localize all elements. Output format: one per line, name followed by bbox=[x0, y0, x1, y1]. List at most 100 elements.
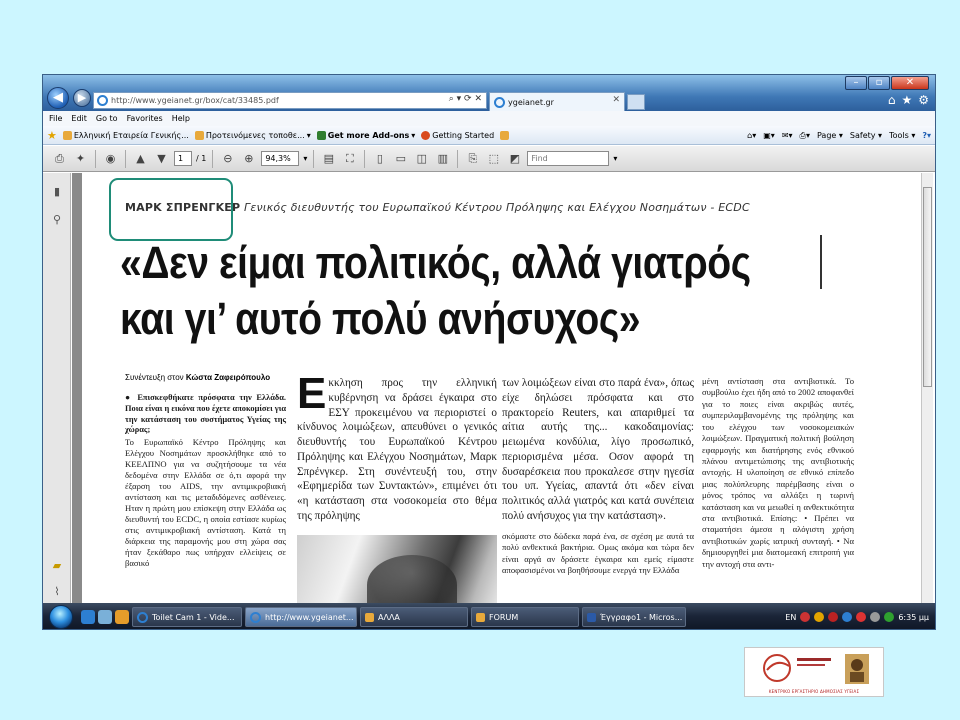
volume-icon[interactable] bbox=[870, 612, 881, 622]
page-menu[interactable]: Page ▾ bbox=[817, 131, 843, 140]
fav-item-2[interactable]: Προτεινόμενες τοποθε... ▾ bbox=[194, 130, 311, 140]
minimize-button[interactable]: – bbox=[845, 76, 867, 90]
organization-logo: ΚΕΝΤΡΙΚΟ ΕΡΓΑΣΤΗΡΙΟ ΔΗΜΟΣΙΑΣ ΥΓΕΙΑΣ bbox=[744, 647, 884, 697]
show-desktop-icon[interactable] bbox=[98, 610, 112, 624]
interview-credit: Συνέντευξη στον Κώστα Ζαφειρόπουλο bbox=[125, 373, 271, 382]
tray-status-icon[interactable] bbox=[884, 612, 895, 622]
menu-goto[interactable]: Go to bbox=[96, 114, 118, 123]
menu-edit[interactable]: Edit bbox=[71, 114, 87, 123]
favorites-icon[interactable]: ★ bbox=[47, 129, 57, 142]
paperclip-icon[interactable]: ⌇ bbox=[50, 585, 64, 599]
menu-help[interactable]: Help bbox=[172, 114, 190, 123]
pdf-toolbar: ⎙ ✦ ◉ ▲ ▼ 1 / 1 ⊖ ⊕ 94,3% ▾ ▤ ⛶ ▯ ▭ ◫ ▥ … bbox=[43, 146, 935, 172]
pdf-side-pane: ▮ ⚲ ▰ ⌇ bbox=[43, 173, 71, 603]
safety-menu[interactable]: Safety ▾ bbox=[850, 131, 882, 140]
fit-width-icon[interactable]: ▤ bbox=[320, 150, 337, 167]
address-tools-icon[interactable]: ⌕ ▾ ⟳ ✕ bbox=[449, 94, 482, 104]
print-icon[interactable]: ⎙ bbox=[51, 150, 68, 167]
fav-item-3[interactable]: Get more Add-ons ▾ bbox=[316, 130, 415, 140]
taskbar-item-toilet-cam[interactable]: Toilet Cam 1 - Vide... bbox=[132, 607, 242, 627]
page-number-input[interactable]: 1 bbox=[174, 151, 192, 166]
single-page-icon[interactable]: ▯ bbox=[371, 150, 388, 167]
antivirus-icon[interactable] bbox=[800, 612, 811, 622]
separator bbox=[364, 149, 366, 168]
security-icon[interactable] bbox=[814, 612, 825, 622]
mail-icon[interactable]: ✉▾ bbox=[782, 131, 793, 140]
zoom-in-icon[interactable]: ⊕ bbox=[240, 150, 257, 167]
chevron-down-icon: ▾ bbox=[303, 154, 308, 163]
quick-launch bbox=[81, 610, 129, 624]
attachments-icon[interactable]: ⚲ bbox=[50, 213, 64, 227]
taskbar-item-alla[interactable]: ΑΛΛΑ bbox=[360, 607, 468, 627]
ie-page-icon bbox=[97, 95, 108, 106]
chevron-down-icon: ▾ bbox=[306, 130, 311, 140]
continuous-icon[interactable]: ▭ bbox=[392, 150, 409, 167]
new-tab-button[interactable] bbox=[627, 94, 645, 110]
forward-button[interactable]: ▶ bbox=[73, 89, 91, 107]
settings-gear-icon[interactable]: ⚙ bbox=[918, 93, 929, 107]
snapshot-tool-icon[interactable]: ⬚ bbox=[485, 150, 502, 167]
home-menu-icon[interactable]: ⌂▾ bbox=[747, 131, 756, 140]
update-icon[interactable] bbox=[856, 612, 867, 622]
network-icon[interactable] bbox=[842, 612, 853, 622]
tab-title: ygeianet.gr bbox=[508, 97, 554, 107]
taskbar-item-ygeianet[interactable]: http://www.ygeianet... bbox=[245, 607, 357, 627]
browser-right-icons: ⌂ ★ ⚙ bbox=[888, 93, 929, 107]
tab-close-icon[interactable]: ✕ bbox=[612, 95, 620, 105]
tools-menu[interactable]: Tools ▾ bbox=[889, 131, 915, 140]
vertical-scrollbar[interactable] bbox=[921, 173, 933, 603]
page-icon[interactable] bbox=[500, 130, 510, 140]
fav-item-4[interactable]: Getting Started bbox=[421, 130, 494, 140]
start-button[interactable] bbox=[49, 605, 73, 629]
browser-window: – ▫ ✕ ◀ ▶ http://www.ygeianet.gr/box/cat… bbox=[42, 74, 936, 630]
prev-page-icon[interactable]: ▲ bbox=[132, 150, 149, 167]
address-bar[interactable]: http://www.ygeianet.gr/box/cat/33485.pdf… bbox=[93, 92, 487, 109]
two-up-icon[interactable]: ◫ bbox=[413, 150, 430, 167]
print-icon[interactable]: ⎙▾ bbox=[800, 131, 810, 141]
menu-favorites[interactable]: Favorites bbox=[127, 114, 163, 123]
two-up-continuous-icon[interactable]: ▥ bbox=[434, 150, 451, 167]
fav-item-1[interactable]: Ελληνική Εταιρεία Γενικής... bbox=[62, 130, 189, 140]
share-icon[interactable]: ✦ bbox=[72, 150, 89, 167]
highlight-annotation bbox=[109, 178, 233, 241]
byline-role: Γενικός διευθυντής του Ευρωπαϊκού Κέντρο… bbox=[244, 201, 750, 214]
firefox-icon bbox=[421, 130, 431, 140]
media-icon[interactable] bbox=[115, 610, 129, 624]
next-page-icon[interactable]: ▼ bbox=[153, 150, 170, 167]
maximize-button[interactable]: ▫ bbox=[868, 76, 890, 90]
article-lead-cont: των λοιμώξεων είναι στο παρά ένα», όπως … bbox=[502, 377, 694, 523]
pages-icon[interactable]: ▮ bbox=[50, 185, 64, 199]
clock[interactable]: 6:35 μμ bbox=[898, 613, 929, 622]
comments-icon[interactable]: ▰ bbox=[50, 559, 64, 573]
favorites-star-icon[interactable]: ★ bbox=[901, 93, 912, 107]
feeds-icon[interactable]: ▣▾ bbox=[763, 131, 775, 140]
ie-icon[interactable] bbox=[81, 610, 95, 624]
close-button[interactable]: ✕ bbox=[891, 76, 929, 90]
word-icon bbox=[587, 612, 596, 622]
back-button[interactable]: ◀ bbox=[47, 87, 69, 109]
rotate-icon[interactable]: ◩ bbox=[506, 150, 523, 167]
comment-icon[interactable]: ◉ bbox=[102, 150, 119, 167]
zoom-out-icon[interactable]: ⊖ bbox=[219, 150, 236, 167]
full-screen-icon[interactable]: ⛶ bbox=[341, 150, 358, 167]
scroll-thumb[interactable] bbox=[923, 187, 932, 387]
ie-icon bbox=[250, 611, 261, 623]
tab-ygeianet[interactable]: ygeianet.gr ✕ bbox=[489, 92, 625, 111]
find-input[interactable]: Find bbox=[527, 151, 610, 166]
menu-file[interactable]: File bbox=[49, 114, 62, 123]
taskbar-item-forum[interactable]: FORUM bbox=[471, 607, 579, 627]
answer-1: Το Ευρωπαϊκό Κέντρο Πρόληψης και Ελέγχου… bbox=[125, 437, 286, 568]
alert-icon[interactable] bbox=[828, 612, 839, 622]
zoom-select[interactable]: 94,3% bbox=[261, 151, 300, 166]
headline: «Δεν είμαι πολιτικός, αλλά γιατρός και γ… bbox=[120, 235, 751, 347]
language-indicator[interactable]: EN bbox=[785, 613, 796, 622]
taskbar-item-word[interactable]: Έγγραφο1 - Micros... bbox=[582, 607, 686, 627]
logo-emblem bbox=[763, 654, 869, 684]
help-icon[interactable]: ?▾ bbox=[922, 131, 931, 140]
select-tool-icon[interactable]: ⎘ bbox=[464, 150, 481, 167]
page-icon bbox=[62, 130, 72, 140]
addon-icon bbox=[316, 130, 326, 140]
page-total: / 1 bbox=[196, 154, 207, 163]
separator bbox=[125, 149, 126, 168]
home-icon[interactable]: ⌂ bbox=[888, 93, 896, 107]
